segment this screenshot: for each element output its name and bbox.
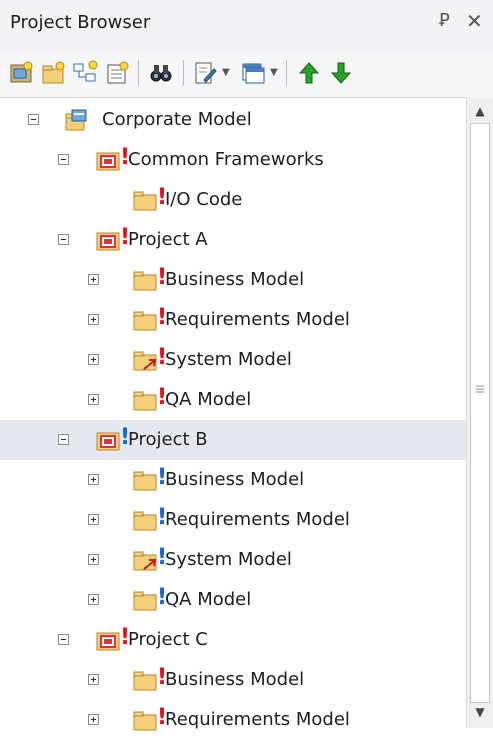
tree-node-label: Project A [128, 229, 208, 250]
folder-icon [132, 707, 160, 733]
pin-icon[interactable]: Ꝑ [439, 10, 450, 31]
tree-node[interactable]: ! Requirements Model [0, 500, 466, 540]
folder-icon [132, 267, 160, 293]
expand-icon[interactable] [88, 354, 99, 365]
expand-icon[interactable] [88, 514, 99, 525]
tree-node[interactable]: Corporate Model [0, 100, 466, 140]
tree-node[interactable]: ! Project A [0, 220, 466, 260]
expand-icon[interactable] [88, 314, 99, 325]
tree-node-label: Common Frameworks [128, 149, 324, 170]
tree-node[interactable]: ! QA Model [0, 580, 466, 620]
new-model-icon[interactable] [8, 60, 34, 86]
folder-icon [132, 187, 160, 213]
dropdown-arrow-icon[interactable]: ▼ [270, 67, 278, 78]
toolbar: ▼ ▼ [0, 50, 493, 97]
tree-node-label: Requirements Model [165, 709, 350, 730]
tree-node-label: I/O Code [165, 189, 243, 210]
folder-link-icon [132, 547, 160, 573]
scroll-thumb[interactable] [470, 123, 490, 703]
model-package-icon [95, 227, 123, 253]
tree-node-label: Business Model [165, 669, 305, 690]
grip-icon [476, 385, 484, 393]
panel-titlebar: Project Browser Ꝑ ✕ [0, 0, 493, 50]
tree-node-label: Requirements Model [165, 309, 350, 330]
tree-node[interactable]: ! System Model [0, 540, 466, 580]
expand-icon[interactable] [88, 474, 99, 485]
document-edit-icon[interactable] [192, 60, 218, 86]
scroll-down-icon[interactable]: ▼ [472, 704, 488, 720]
folder-icon [132, 467, 160, 493]
collapse-icon[interactable] [58, 434, 69, 445]
dropdown-arrow-icon[interactable]: ▼ [222, 67, 230, 78]
folder-icon [132, 667, 160, 693]
project-tree: Corporate Model ! Common Frameworks! I/O Co… [0, 97, 493, 731]
expand-icon[interactable] [88, 714, 99, 725]
tree-node-label: Corporate Model [102, 109, 252, 130]
tree-node-label: Project B [128, 429, 208, 450]
toolbar-separator [138, 60, 139, 86]
tree-node[interactable]: ! I/O Code [0, 180, 466, 220]
panel-title: Project Browser [10, 12, 151, 33]
folder-link-icon [132, 347, 160, 373]
tree-node[interactable]: ! QA Model [0, 380, 466, 420]
scroll-up-icon[interactable]: ▲ [472, 103, 488, 119]
tree-node-label: Requirements Model [165, 509, 350, 530]
arrow-up-icon[interactable] [296, 60, 322, 86]
tree-node[interactable]: ! System Model [0, 340, 466, 380]
folder-icon [132, 507, 160, 533]
arrow-down-icon[interactable] [328, 60, 354, 86]
tree-node[interactable]: ! Project B [0, 420, 466, 460]
folder-icon [132, 387, 160, 413]
window-icon[interactable] [240, 60, 266, 86]
tree-node[interactable]: ! Requirements Model [0, 300, 466, 340]
tree-node[interactable]: ! Requirements Model [0, 700, 466, 740]
new-element-icon[interactable] [104, 60, 130, 86]
toolbar-separator [286, 60, 287, 86]
collapse-icon[interactable] [58, 234, 69, 245]
folder-icon [132, 307, 160, 333]
model-package-icon [95, 627, 123, 653]
binoculars-icon[interactable] [148, 60, 174, 86]
expand-icon[interactable] [88, 554, 99, 565]
expand-icon[interactable] [88, 394, 99, 405]
new-diagram-icon[interactable] [72, 60, 98, 86]
tree-node-label: QA Model [165, 589, 252, 610]
collapse-icon[interactable] [28, 114, 39, 125]
expand-icon[interactable] [88, 594, 99, 605]
collapse-icon[interactable] [58, 154, 69, 165]
toolbar-separator [183, 60, 184, 86]
vertical-scrollbar[interactable]: ▲ ▼ [466, 97, 493, 728]
expand-icon[interactable] [88, 674, 99, 685]
tree-node[interactable]: ! Common Frameworks [0, 140, 466, 180]
tree-node-label: Business Model [165, 269, 305, 290]
new-package-icon[interactable] [40, 60, 66, 86]
tree-node-label: Project C [128, 629, 208, 650]
tree-node[interactable]: ! Business Model [0, 660, 466, 700]
tree-node-label: System Model [165, 349, 292, 370]
close-icon[interactable]: ✕ [466, 9, 483, 33]
tree-node-label: Business Model [165, 469, 305, 490]
folder-icon [132, 587, 160, 613]
root-model-icon [62, 107, 90, 133]
model-package-icon [95, 427, 123, 453]
tree-node[interactable]: ! Business Model [0, 460, 466, 500]
tree-node[interactable]: ! Business Model [0, 260, 466, 300]
model-package-icon [95, 147, 123, 173]
tree-node-label: QA Model [165, 389, 252, 410]
tree-node-label: System Model [165, 549, 292, 570]
expand-icon[interactable] [88, 274, 99, 285]
collapse-icon[interactable] [58, 634, 69, 645]
tree-node[interactable]: ! Project C [0, 620, 466, 660]
